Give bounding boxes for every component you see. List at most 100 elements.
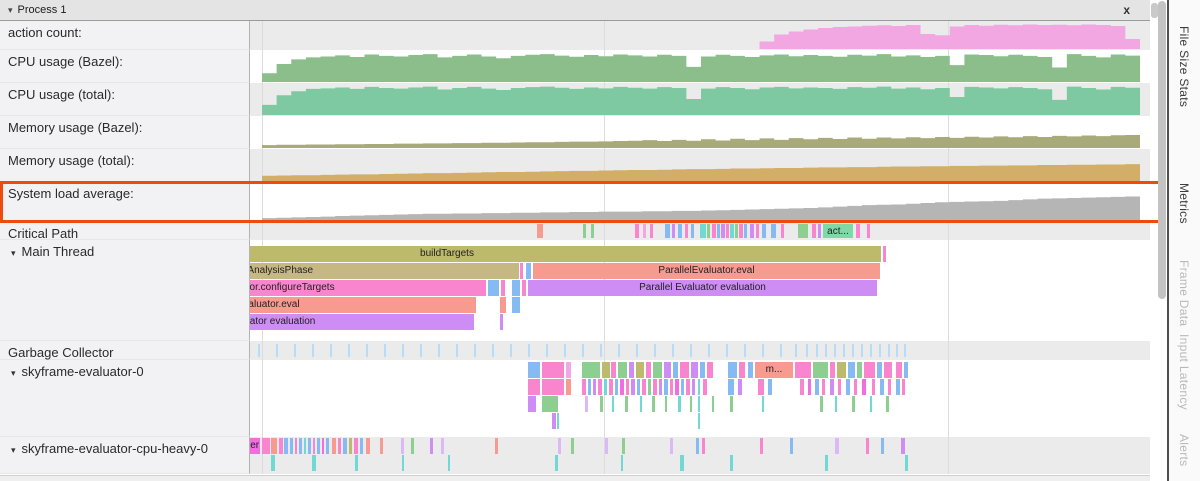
trace-slice[interactable]: [698, 379, 700, 395]
trace-slice[interactable]: [402, 455, 404, 471]
trace-slice[interactable]: [780, 344, 782, 357]
row-chart-area[interactable]: buildTargetsrunAnalysisPhaseParallelEval…: [250, 240, 1150, 341]
trace-slice[interactable]: [825, 344, 827, 357]
trace-slice[interactable]: [665, 224, 670, 238]
trace-slice[interactable]: [712, 224, 716, 238]
trace-slice[interactable]: [512, 280, 520, 296]
action-count-chart[interactable]: [262, 24, 1140, 49]
trace-slice[interactable]: [738, 379, 742, 395]
trace-slice[interactable]: [653, 379, 657, 395]
trace-slice[interactable]: [558, 438, 561, 454]
trace-slice[interactable]: [881, 438, 884, 454]
trace-slice[interactable]: [904, 344, 906, 357]
trace-slice[interactable]: [808, 379, 811, 395]
trace-slice[interactable]: [864, 362, 875, 378]
trace-slice[interactable]: [806, 344, 808, 357]
trace-slice[interactable]: [290, 438, 293, 454]
trace-slice[interactable]: [366, 344, 368, 357]
trace-slice[interactable]: [680, 362, 689, 378]
trace-slice[interactable]: [420, 344, 422, 357]
trace-slice[interactable]: [730, 455, 733, 471]
trace-slice[interactable]: [492, 344, 494, 357]
trace-slice[interactable]: [631, 379, 635, 395]
row-chart-area[interactable]: act...: [250, 222, 1150, 240]
trace-slice[interactable]: [258, 344, 260, 357]
trace-slice[interactable]: [756, 224, 759, 238]
trace-slice[interactable]: [495, 438, 498, 454]
row-chart-area[interactable]: m...: [250, 360, 1150, 437]
trace-slice[interactable]: [602, 362, 610, 378]
trace-slice[interactable]: [852, 344, 854, 357]
trace-slice[interactable]: [618, 344, 620, 357]
trace-slice[interactable]: [830, 379, 834, 395]
trace-slice[interactable]: [604, 379, 607, 395]
trace-slice-labeled[interactable]: Parallel Evaluator evaluation: [250, 314, 474, 330]
trace-slice[interactable]: [566, 379, 571, 395]
trace-slice[interactable]: [456, 344, 458, 357]
trace-slice[interactable]: [830, 362, 835, 378]
trace-slice[interactable]: [555, 455, 558, 471]
trace-slice[interactable]: [762, 224, 766, 238]
trace-slice[interactable]: [678, 396, 681, 412]
trace-slice[interactable]: [537, 224, 543, 238]
trace-slice[interactable]: [659, 379, 662, 395]
row-chart-area[interactable]: [250, 50, 1150, 83]
trace-slice[interactable]: [672, 224, 675, 238]
trace-slice[interactable]: [781, 224, 784, 238]
trace-slice[interactable]: [879, 344, 881, 357]
trace-slice[interactable]: [843, 344, 845, 357]
trace-slice[interactable]: [612, 396, 614, 412]
trace-slice[interactable]: [675, 379, 679, 395]
trace-slice[interactable]: [566, 362, 571, 378]
trace-slice[interactable]: [582, 344, 584, 357]
trace-slice[interactable]: [664, 362, 671, 378]
expand-arrow-icon[interactable]: ▾: [11, 368, 16, 378]
trace-slice[interactable]: [762, 344, 764, 357]
trace-slice[interactable]: [609, 379, 613, 395]
trace-slice[interactable]: [762, 396, 764, 412]
trace-slice[interactable]: [510, 344, 512, 357]
tab-metrics[interactable]: Metrics: [1177, 183, 1191, 224]
trace-slice[interactable]: [835, 396, 837, 412]
trace-slice-labeled[interactable]: mer: [250, 438, 260, 454]
trace-slice[interactable]: [313, 438, 315, 454]
trace-slice[interactable]: [835, 438, 839, 454]
trace-slice[interactable]: [522, 280, 526, 296]
trace-slice[interactable]: [448, 455, 450, 471]
cpu-usage-total--chart[interactable]: [262, 86, 1140, 115]
trace-slice[interactable]: [690, 396, 692, 412]
trace-slice[interactable]: [838, 379, 841, 395]
trace-slice[interactable]: [680, 455, 684, 471]
trace-slice[interactable]: [642, 379, 646, 395]
trace-slice[interactable]: [276, 344, 278, 357]
trace-slice[interactable]: [735, 224, 738, 238]
process-header[interactable]: ▾ Process 1 x: [0, 0, 1150, 21]
trace-slice[interactable]: [904, 362, 908, 378]
trace-slice[interactable]: [812, 224, 816, 238]
trace-slice[interactable]: [664, 379, 668, 395]
inner-vertical-scrollbar[interactable]: [1151, 3, 1158, 18]
trace-slice[interactable]: [299, 438, 302, 454]
trace-slice[interactable]: [338, 438, 341, 454]
trace-slice[interactable]: [852, 396, 855, 412]
row-chart-area[interactable]: mer: [250, 437, 1150, 474]
outer-vertical-scrollbar[interactable]: [1158, 1, 1166, 299]
trace-slice[interactable]: [528, 362, 540, 378]
row-chart-area[interactable]: [250, 116, 1150, 149]
trace-slice[interactable]: [834, 344, 836, 357]
trace-slice[interactable]: [520, 263, 523, 279]
trace-slice[interactable]: [322, 438, 324, 454]
trace-slice[interactable]: [279, 438, 283, 454]
trace-slice[interactable]: [760, 438, 763, 454]
trace-slice[interactable]: [815, 379, 819, 395]
trace-slice[interactable]: [700, 224, 706, 238]
trace-slice[interactable]: [854, 379, 857, 395]
trace-slice[interactable]: [728, 362, 737, 378]
trace-slice[interactable]: [691, 224, 694, 238]
trace-slice[interactable]: [672, 344, 674, 357]
trace-slice[interactable]: [312, 344, 314, 357]
trace-slice[interactable]: [271, 455, 275, 471]
trace-slice[interactable]: [726, 224, 729, 238]
trace-slice-labeled[interactable]: buildTargets: [250, 246, 881, 262]
trace-slice[interactable]: [822, 379, 825, 395]
